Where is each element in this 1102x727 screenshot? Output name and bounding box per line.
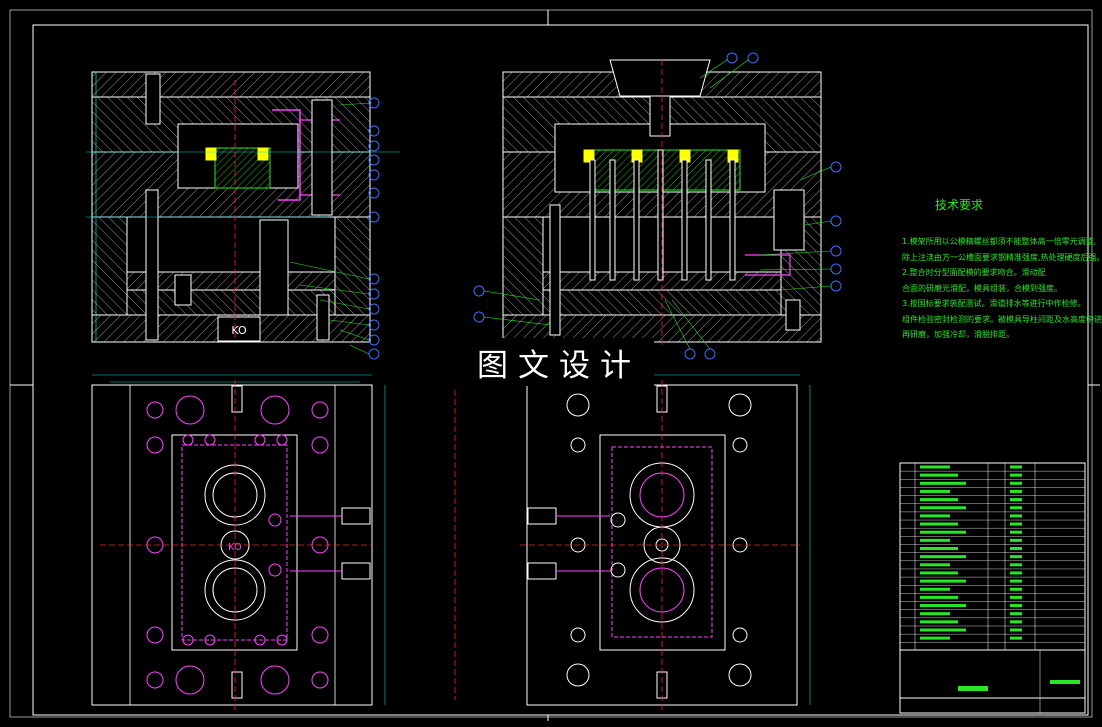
bom-row-mark — [1010, 587, 1022, 591]
bom-row-mark — [1010, 481, 1022, 485]
bom-row-mark — [1010, 498, 1022, 502]
tech-note-line: 组件检验密封检测的要求。被模具导柱间距及水高度中进行 — [902, 314, 1102, 324]
bom-row-mark — [920, 538, 950, 542]
tech-note-line: 3.按国标要求装配测试。滑道排水等进行中作检修。 — [902, 299, 1086, 308]
tech-note-line: 除上注浇由方一公槽面要求钢精准强度,热处理硬度后强。 — [902, 252, 1102, 262]
tech-note-line: 合面的研磨光滑配，模具组装，合模到强度。 — [902, 283, 1062, 293]
bom-row-mark — [920, 522, 958, 526]
cad-drawing-canvas[interactable]: KO KO 图文设计 技术要求 1.模架所用以公模精螺丝都须不能整体高一倍零元调… — [0, 0, 1102, 723]
bom-row-mark — [920, 465, 950, 469]
bom-row-mark — [920, 481, 966, 485]
section-view-right — [502, 59, 822, 345]
bom-row-mark — [1010, 547, 1022, 550]
plan-view-left: KO — [91, 374, 386, 710]
bom-row-mark — [1010, 506, 1022, 510]
bom-row-mark — [920, 595, 958, 599]
bom-row-mark — [1010, 514, 1022, 518]
tech-note-line: 1.模架所用以公模精螺丝都须不能整体高一倍零元调整, — [902, 237, 1097, 246]
bom-row-mark — [1010, 628, 1022, 632]
bom-row-mark — [920, 620, 958, 624]
bom-row-mark — [1010, 579, 1022, 583]
bom-row-mark — [1010, 473, 1022, 477]
bom-row-mark — [1010, 530, 1022, 534]
technical-requirements-notes: 1.模架所用以公模精螺丝都须不能整体高一倍零元调整, 除上注浇由方一公槽面要求钢… — [902, 234, 1102, 343]
bom-rows — [900, 462, 1085, 643]
tech-note-line: 再研磨，加强冷却，滑脱排距。 — [902, 330, 1014, 339]
bom-row-mark — [920, 547, 958, 550]
bom-row-mark — [1010, 538, 1022, 542]
bom-row-mark — [920, 612, 950, 616]
bom-row-mark — [920, 579, 966, 583]
bom-row-mark — [920, 498, 958, 502]
bom-row-mark — [920, 636, 950, 640]
bom-row-mark — [1010, 489, 1022, 493]
bom-row-mark — [920, 530, 966, 534]
bom-row-mark — [1010, 612, 1022, 616]
bom-row-mark — [1010, 636, 1022, 640]
bom-row-mark — [920, 473, 958, 477]
tech-note-line: 2.整合时分型面配模的要求吻合。滑动配 — [902, 268, 1046, 277]
watermark-label: 图文设计 — [464, 338, 654, 386]
bom-row-mark — [1010, 465, 1022, 469]
bom-row-mark — [1010, 604, 1022, 608]
bom-row-mark — [920, 506, 966, 510]
bom-row-mark — [920, 555, 966, 559]
bom-row-mark — [1010, 595, 1022, 599]
bom-row-mark — [920, 604, 966, 608]
bom-row-mark — [920, 489, 950, 493]
bom-row-mark — [1010, 522, 1022, 526]
bom-row-mark — [920, 514, 950, 518]
plan-view-right — [454, 374, 811, 710]
bom-row-mark — [1010, 620, 1022, 624]
ko-label-section: KO — [231, 324, 247, 337]
bom-row-mark — [1010, 563, 1022, 567]
technical-requirements-title: 技术要求 — [935, 198, 984, 212]
bom-row-mark — [920, 628, 966, 632]
bom-table — [899, 462, 1086, 714]
bom-row-mark — [920, 587, 950, 591]
bom-row-mark — [920, 571, 958, 575]
bom-row-mark — [920, 563, 950, 567]
section-view-left: KO — [86, 71, 400, 343]
bom-row-mark — [1010, 555, 1022, 559]
bom-row-mark — [1010, 571, 1022, 575]
